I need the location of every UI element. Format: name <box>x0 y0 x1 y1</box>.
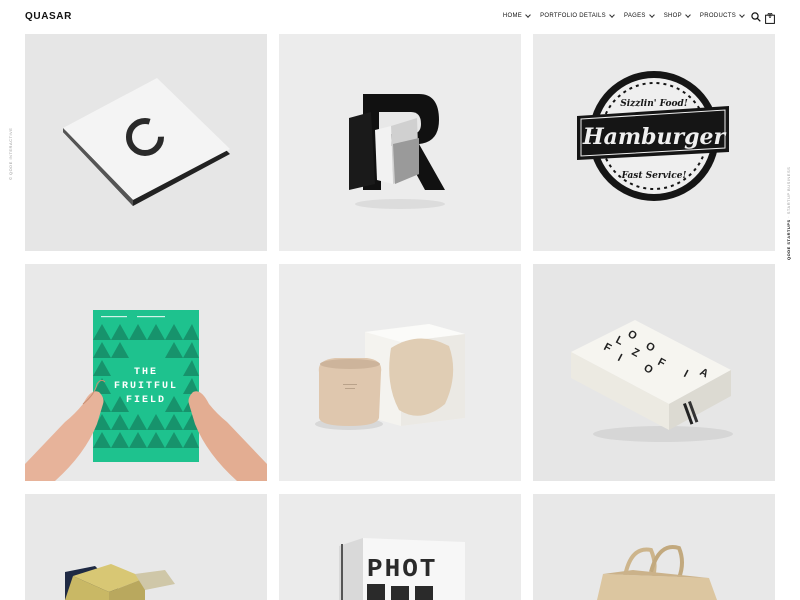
search-icon[interactable] <box>751 12 761 22</box>
chevron-down-icon <box>609 12 615 18</box>
business-card-image <box>63 78 230 206</box>
chevron-down-icon <box>739 12 745 18</box>
portfolio-item-letter-r[interactable] <box>279 34 521 251</box>
chevron-down-icon <box>648 12 655 18</box>
nav-item-shop[interactable]: SHOP <box>663 12 691 19</box>
badge-bottom-text: Fast Service! <box>621 171 687 181</box>
book-cover-title: PHOT <box>367 554 437 584</box>
portfolio-item-folded-paper[interactable] <box>25 494 267 600</box>
chevron-down-icon <box>685 12 691 18</box>
portfolio-item-cosmetic-jar[interactable] <box>279 264 521 481</box>
nav-item-pages[interactable]: PAGES <box>623 12 655 19</box>
side-tagline-bold: QODE STARTUPS <box>786 219 791 260</box>
nav-label: PAGES <box>623 13 646 19</box>
tote-bag-image <box>597 545 717 600</box>
chevron-down-icon <box>525 12 531 18</box>
book-title-line2: FRUITFUL <box>114 381 178 392</box>
cart-count: 0 <box>768 14 772 20</box>
badge-top-text: Sizzlin' Food! <box>620 99 688 109</box>
nav-label: PORTFOLIO DETAILS <box>540 13 606 19</box>
letter-r-sculpture-image <box>349 94 445 209</box>
nav-label: HOME <box>502 13 523 19</box>
main-nav: HOME PORTFOLIO DETAILS PAGES SHOP PRODUC… <box>502 12 745 19</box>
folded-paper-image <box>65 564 175 600</box>
portfolio-item-filozofia[interactable]: F L O I Z O O F I A <box>533 264 775 481</box>
book-title-line1: THE <box>134 367 158 378</box>
nav-label: SHOP <box>663 13 682 19</box>
photography-book-image: PHOT <box>339 538 465 600</box>
nav-item-products[interactable]: PRODUCTS <box>699 12 745 19</box>
portfolio-item-photography-book[interactable]: PHOT <box>279 494 521 600</box>
side-tagline: QODE STARTUPS · STARTUP BUSINESS <box>786 160 791 260</box>
hamburger-badge-image: Hamburger Sizzlin' Food! Fast Service! <box>577 71 729 201</box>
side-tagline-rest: · STARTUP BUSINESS <box>786 166 791 220</box>
portfolio-item-business-card[interactable] <box>25 34 267 251</box>
site-header: QUASAR HOME PORTFOLIO DETAILS PAGES SHOP… <box>0 0 800 34</box>
portfolio-item-hamburger[interactable]: Hamburger Sizzlin' Food! Fast Service! <box>533 34 775 251</box>
filozofia-book-image: F L O I Z O O F I A <box>571 320 733 442</box>
nav-item-home[interactable]: HOME <box>502 12 531 19</box>
fruitful-field-book-image: THE FRUITFUL FIELD <box>25 264 267 481</box>
nav-label: PRODUCTS <box>699 13 736 19</box>
portfolio-item-fruitful-field[interactable]: THE FRUITFUL FIELD <box>25 264 267 481</box>
badge-main-text: Hamburger <box>582 124 727 150</box>
cosmetic-jar-box-image <box>315 324 465 430</box>
site-logo[interactable]: QUASAR <box>25 11 72 22</box>
shopping-bag-icon[interactable]: 0 <box>765 11 775 24</box>
book-title-line3: FIELD <box>126 395 166 406</box>
copyright-text: © QODE INTERACTIVE <box>8 127 13 180</box>
nav-item-portfolio-details[interactable]: PORTFOLIO DETAILS <box>540 12 615 19</box>
portfolio-item-tote-bag[interactable] <box>533 494 775 600</box>
